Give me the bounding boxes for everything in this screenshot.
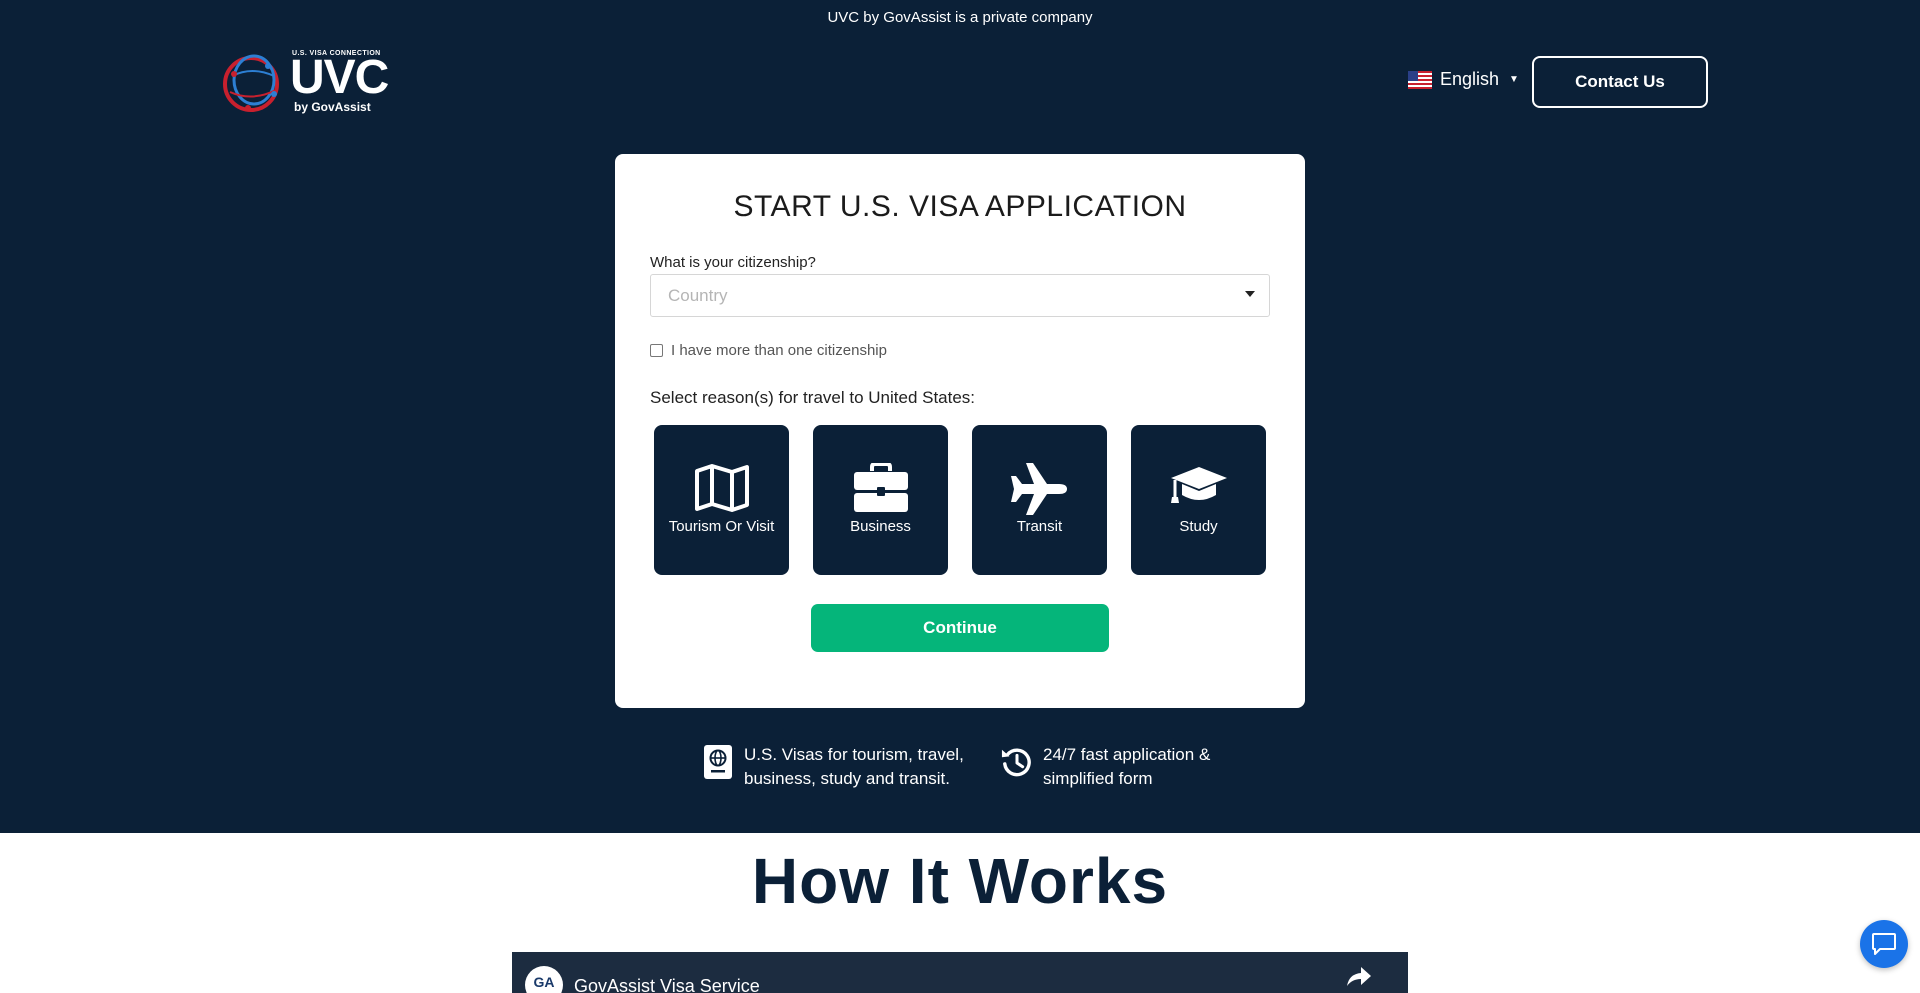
language-selector[interactable]: English ▼ xyxy=(1408,69,1519,90)
feature-fast-line2: simplified form xyxy=(1043,769,1153,788)
briefcase-icon xyxy=(853,463,908,512)
feature-visa-line1: U.S. Visas for tourism, travel, xyxy=(744,745,964,764)
form-title: START U.S. VISA APPLICATION xyxy=(733,190,1187,223)
us-flag-icon xyxy=(1408,70,1432,89)
plane-icon xyxy=(1010,463,1067,515)
country-placeholder: Country xyxy=(668,286,728,305)
feature-visa-line2: business, study and transit. xyxy=(744,769,951,788)
travel-reason-label: Select reason(s) for travel to United St… xyxy=(650,388,976,407)
reason-tourism-label: Tourism Or Visit xyxy=(668,518,775,535)
private-company-notice: UVC by GovAssist is a private company xyxy=(827,9,1093,26)
continue-button[interactable]: Continue xyxy=(811,604,1109,652)
video-title[interactable]: GovAssist Visa Service xyxy=(574,976,760,993)
uvc-logo[interactable]: U.S. VISA CONNECTION UVC by GovAssist xyxy=(218,48,398,116)
graduation-cap-icon xyxy=(1170,467,1227,503)
reason-business-label: Business xyxy=(850,518,911,535)
feature-fast-line1: 24/7 fast application & xyxy=(1043,745,1211,764)
chat-widget-button[interactable] xyxy=(1860,920,1908,968)
reason-study-label: Study xyxy=(1179,518,1218,535)
chat-icon xyxy=(1872,933,1896,955)
feature-visa-types: U.S. Visas for tourism, travel, business… xyxy=(702,743,964,791)
globe-logo-icon xyxy=(223,54,279,112)
contact-us-button[interactable]: Contact Us xyxy=(1532,56,1708,108)
country-select[interactable]: Country xyxy=(650,274,1270,317)
reason-tourism-button[interactable]: Tourism Or Visit xyxy=(654,425,789,575)
passport-icon xyxy=(704,745,732,779)
language-label: English xyxy=(1440,69,1500,89)
reason-study-button[interactable]: Study xyxy=(1131,425,1266,575)
multi-citizenship-row[interactable]: I have more than one citizenship xyxy=(650,342,887,359)
reason-transit-button[interactable]: Transit xyxy=(972,425,1107,575)
citizenship-label: What is your citizenship? xyxy=(650,254,816,271)
caret-down-icon: ▼ xyxy=(1509,74,1519,85)
channel-avatar[interactable]: GA xyxy=(525,966,563,993)
multi-citizenship-checkbox[interactable] xyxy=(650,344,663,357)
share-icon[interactable] xyxy=(1346,966,1372,988)
application-card: START U.S. VISA APPLICATION What is your… xyxy=(615,154,1305,708)
reason-business-button[interactable]: Business xyxy=(813,425,948,575)
logo-wordmark: UVC xyxy=(290,51,389,104)
multi-citizenship-label[interactable]: I have more than one citizenship xyxy=(671,342,887,359)
hero-section: UVC by GovAssist is a private company U.… xyxy=(0,0,1920,833)
map-icon xyxy=(694,464,749,512)
chevron-down-icon xyxy=(1245,291,1255,297)
feature-fast-application: 24/7 fast application & simplified form xyxy=(1001,743,1210,791)
reason-transit-label: Transit xyxy=(1016,518,1063,535)
video-player[interactable]: GA GovAssist Visa Service xyxy=(512,952,1408,993)
how-it-works-heading: How It Works xyxy=(751,845,1169,917)
history-icon xyxy=(1001,748,1031,777)
logo-byline: by GovAssist xyxy=(294,100,371,114)
